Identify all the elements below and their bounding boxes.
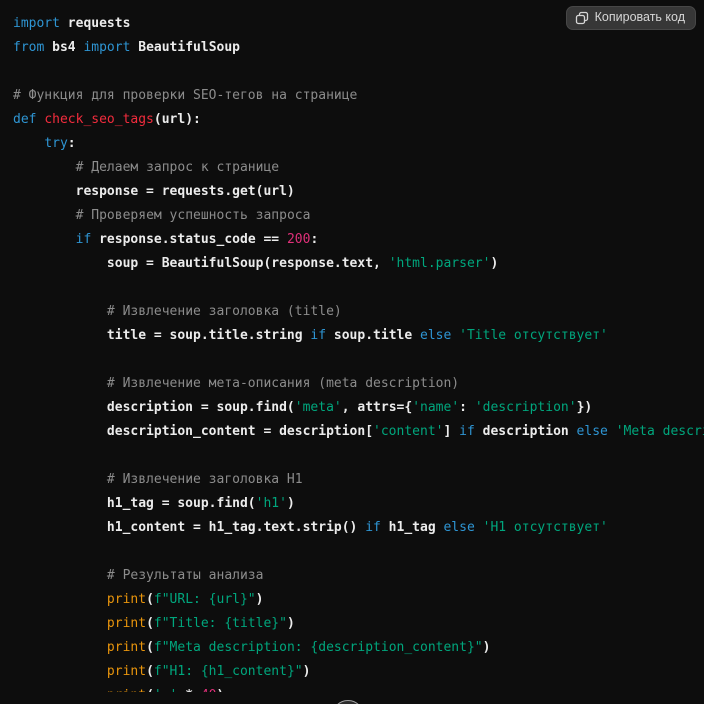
code-line: h1_tag = soup.find('h1') <box>13 492 704 516</box>
code-line: print(f"URL: {url}") <box>13 588 704 612</box>
code-line <box>13 540 704 564</box>
code-line: print(f"H1: {h1_content}") <box>13 660 704 684</box>
code-line: response = requests.get(url) <box>13 180 704 204</box>
code-line: description = soup.find('meta', attrs={'… <box>13 396 704 420</box>
code-line: # Извлечение заголовка (title) <box>13 300 704 324</box>
code-line: print(f"Meta description: {description_c… <box>13 636 704 660</box>
code-line: # Извлечение заголовка H1 <box>13 468 704 492</box>
copy-icon <box>575 11 589 25</box>
code-line: print(f"Title: {title}") <box>13 612 704 636</box>
code-line: if response.status_code == 200: <box>13 228 704 252</box>
copy-button-label: Копировать код <box>595 10 685 25</box>
code-line: # Функция для проверки SEO-тегов на стра… <box>13 84 704 108</box>
code-line: def check_seo_tags(url): <box>13 108 704 132</box>
code-line: # Проверяем успешность запроса <box>13 204 704 228</box>
code-editor: import requestsfrom bs4 import Beautiful… <box>0 0 704 692</box>
scroll-down-button[interactable] <box>332 700 364 704</box>
code-line: description_content = description['conte… <box>13 420 704 444</box>
code-line: try: <box>13 132 704 156</box>
code-line: # Результаты анализа <box>13 564 704 588</box>
code-line: from bs4 import BeautifulSoup <box>13 36 704 60</box>
code-line <box>13 444 704 468</box>
copy-code-button[interactable]: Копировать код <box>566 6 696 30</box>
code-line <box>13 348 704 372</box>
code-line <box>13 60 704 84</box>
code-line: title = soup.title.string if soup.title … <box>13 324 704 348</box>
code-line: print('-' * 40) <box>13 684 704 692</box>
code-line <box>13 276 704 300</box>
code-line: # Извлечение мета-описания (meta descrip… <box>13 372 704 396</box>
code-line: # Делаем запрос к странице <box>13 156 704 180</box>
code-line: soup = BeautifulSoup(response.text, 'htm… <box>13 252 704 276</box>
code-block: import requestsfrom bs4 import Beautiful… <box>0 0 704 704</box>
code-line: h1_content = h1_tag.text.strip() if h1_t… <box>13 516 704 540</box>
